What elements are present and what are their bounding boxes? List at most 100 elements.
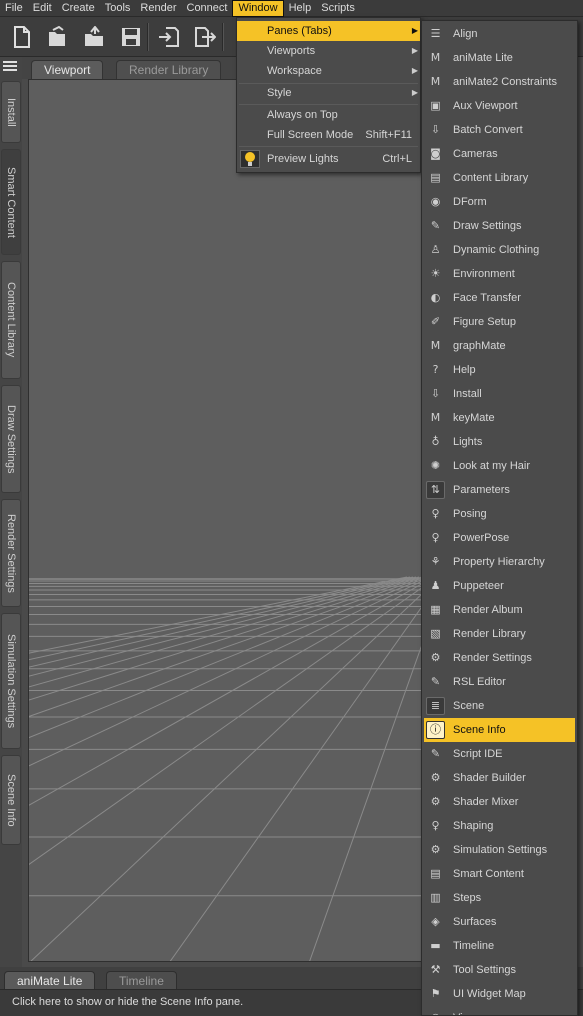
pane-item-surfaces[interactable]: ◈ Surfaces [424,910,575,934]
draw-settings-icon: ✎ [430,219,441,232]
pane-item-render-library[interactable]: ▧ Render Library [424,622,575,646]
animate-constraints-icon: Ⅿ [430,75,441,88]
pane-item-steps[interactable]: ▥ Steps [424,886,575,910]
pane-item-label: Cameras [453,148,498,160]
pane-item-scene[interactable]: ≣ Scene [424,694,575,718]
menu-create[interactable]: Create [57,0,100,17]
pane-item-label: Help [453,364,476,376]
pane-item-dynamic-clothing[interactable]: ♙ Dynamic Clothing [424,238,575,262]
pane-item-scene-info[interactable]: ⓘ Scene Info [424,718,575,742]
pane-item-render-settings[interactable]: ⚙ Render Settings [424,646,575,670]
menu-scripts[interactable]: Scripts [316,0,360,17]
pane-item-label: Timeline [453,940,495,952]
pane-item-powerpose[interactable]: ♀ PowerPose [424,526,575,550]
menu-edit[interactable]: Edit [28,0,57,17]
menu-connect[interactable]: Connect [182,0,233,17]
status-text: Click here to show or hide the Scene Inf… [12,996,244,1008]
pane-item-content-library[interactable]: ▤ Content Library [424,166,575,190]
pane-item-rsl-editor[interactable]: ✎ RSL Editor [424,670,575,694]
pane-item-label: DForm [453,196,487,208]
menu-item-workspace[interactable]: Workspace ▶ [237,61,420,81]
pane-item-graphmate[interactable]: ⅯgraphMate [424,334,575,358]
pane-item-script-ide[interactable]: ✎ Script IDE [424,742,575,766]
pane-item-label: Shader Builder [453,772,526,784]
tab-timeline[interactable]: Timeline [106,971,177,989]
new-file-icon[interactable] [9,24,35,50]
pane-item-label: Scene [453,700,485,712]
menu-tools[interactable]: Tools [100,0,136,17]
merge-file-icon[interactable] [82,24,108,50]
open-file-icon[interactable] [46,24,72,50]
pane-item-draw-settings[interactable]: ✎ Draw Settings [424,214,575,238]
menu-item-always-on-top[interactable]: Always on Top [237,105,420,125]
tab-simulation-settings[interactable]: Simulation Settings [1,613,21,749]
tab-smart-content[interactable]: Smart Content [1,149,21,255]
pane-item-animate2-constraints[interactable]: ⅯaniMate2 Constraints [424,70,575,94]
pane-item-lights[interactable]: ♁ Lights [424,430,575,454]
pane-item-view[interactable]: ◎ View [424,1006,575,1015]
tab-scene-info[interactable]: Scene Info [1,755,21,845]
export-icon[interactable] [192,24,218,50]
pane-item-shader-builder[interactable]: ⚙ Shader Builder [424,766,575,790]
3d-viewport[interactable] [28,79,426,962]
pane-item-dform[interactable]: ◉ DForm [424,190,575,214]
menu-item-panes-tabs[interactable]: Panes (Tabs) ▶ [237,21,420,41]
tab-install[interactable]: Install [1,81,21,143]
pane-item-help[interactable]: ? Help [424,358,575,382]
tab-viewport[interactable]: Viewport [31,60,104,79]
pane-item-property-hierarchy[interactable]: ⚘ Property Hierarchy [424,550,575,574]
pane-item-batch-convert[interactable]: ⇩ Batch Convert [424,118,575,142]
menu-item-preview-lights[interactable]: Preview Lights Ctrl+L [237,149,420,169]
tab-draw-settings[interactable]: Draw Settings [1,385,21,493]
help-icon: ? [432,363,439,376]
tab-render-library[interactable]: Render Library [116,60,222,79]
hamburger-menu-icon[interactable] [2,59,18,73]
tab-animate-lite[interactable]: aniMate Lite [4,971,96,989]
pane-item-shaping[interactable]: ♀ Shaping [424,814,575,838]
pane-item-animate-lite[interactable]: ⅯaniMate Lite [424,46,575,70]
pane-item-puppeteer[interactable]: ♟ Puppeteer [424,574,575,598]
grid-line [29,576,420,688]
import-icon[interactable] [156,24,182,50]
pane-item-posing[interactable]: ♀ Posing [424,502,575,526]
tab-render-settings[interactable]: Render Settings [1,499,21,607]
clothing-icon: ♙ [430,243,441,256]
pane-item-label: Puppeteer [453,580,504,592]
pane-item-cameras[interactable]: ◙ Cameras [424,142,575,166]
pane-item-ui-widget-map[interactable]: ⚑ UI Widget Map [424,982,575,1006]
pane-item-keymate[interactable]: ⅯkeyMate [424,406,575,430]
menu-item-viewports[interactable]: Viewports ▶ [237,41,420,61]
pane-item-label: keyMate [453,412,495,424]
pane-item-label: Render Library [453,628,526,640]
pane-item-align[interactable]: ☰ Align [424,22,575,46]
pane-item-shader-mixer[interactable]: ⚙ Shader Mixer [424,790,575,814]
pane-item-install[interactable]: ⇩ Install [424,382,575,406]
pane-item-smart-content[interactable]: ▤ Smart Content [424,862,575,886]
menu-help[interactable]: Help [284,0,317,17]
pane-item-simulation-settings[interactable]: ⚙ Simulation Settings [424,838,575,862]
pane-item-label: Parameters [453,484,510,496]
pane-item-face-transfer[interactable]: ◐ Face Transfer [424,286,575,310]
scene-icon: ≣ [426,697,445,715]
pane-item-parameters[interactable]: ⇅ Parameters [424,478,575,502]
tab-content-library[interactable]: Content Library [1,261,21,379]
menu-item-full-screen-mode[interactable]: Full Screen Mode Shift+F11 [237,125,420,145]
pane-item-label: Batch Convert [453,124,523,136]
pane-item-render-album[interactable]: ▦ Render Album [424,598,575,622]
menu-item-style[interactable]: Style ▶ [237,83,420,103]
pane-item-tool-settings[interactable]: ⚒ Tool Settings [424,958,575,982]
menu-window[interactable]: Window [232,0,284,17]
pane-item-label: Render Album [453,604,523,616]
pane-item-label: Dynamic Clothing [453,244,540,256]
pane-item-environment[interactable]: ☀ Environment [424,262,575,286]
save-icon[interactable] [118,24,144,50]
pane-item-aux-viewport[interactable]: ▣ Aux Viewport [424,94,575,118]
pane-item-figure-setup[interactable]: ✐ Figure Setup [424,310,575,334]
surfaces-icon: ◈ [431,915,440,928]
menu-render[interactable]: Render [135,0,181,17]
menu-file[interactable]: File [0,0,28,17]
grid-line [30,590,425,961]
pane-item-timeline[interactable]: ▬ Timeline [424,934,575,958]
pane-item-label: Smart Content [453,868,524,880]
pane-item-look-at-my-hair[interactable]: ✺ Look at my Hair [424,454,575,478]
